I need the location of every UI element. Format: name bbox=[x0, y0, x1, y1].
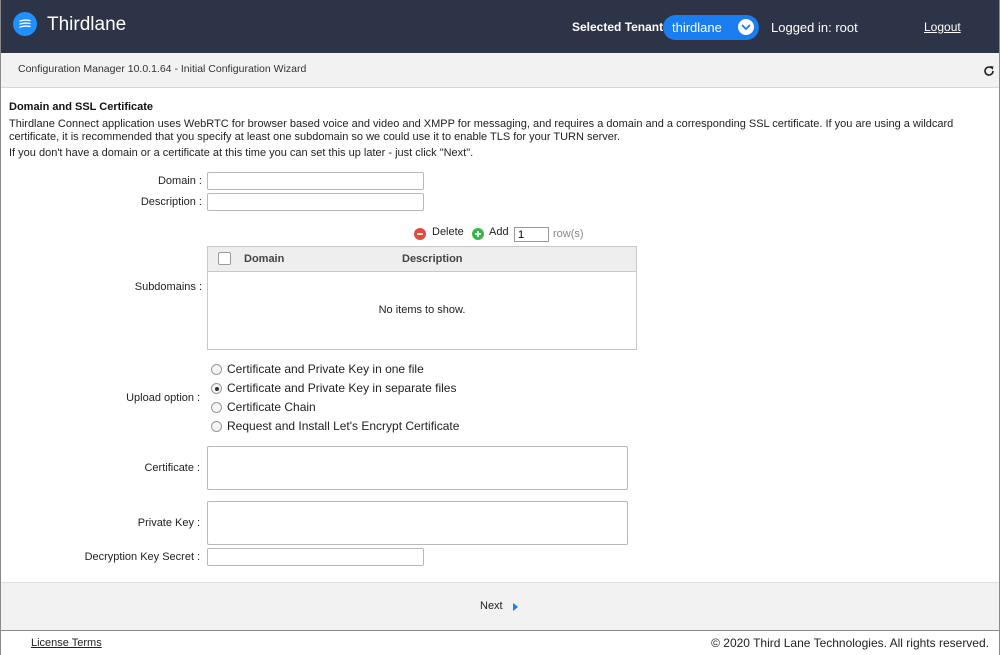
page-title: Configuration Manager 10.0.1.64 - Initia… bbox=[18, 63, 307, 75]
select-all-checkbox[interactable] bbox=[218, 252, 231, 265]
subdomains-label: Subdomains : bbox=[134, 281, 202, 293]
radio-label: Request and Install Let's Encrypt Certif… bbox=[227, 419, 460, 433]
delete-icon[interactable] bbox=[414, 228, 426, 240]
refresh-icon[interactable] bbox=[983, 64, 995, 76]
domain-input[interactable] bbox=[207, 172, 424, 190]
grid-header: Domain Description bbox=[208, 247, 636, 272]
decryption-key-label: Decryption Key Secret bbox=[84, 551, 194, 563]
radio-label: Certificate and Private Key in one file bbox=[227, 362, 424, 376]
add-button[interactable]: Add bbox=[489, 226, 509, 238]
tenant-select[interactable]: thirdlane bbox=[663, 15, 759, 40]
tenant-label: Selected Tenant : bbox=[572, 20, 671, 34]
certificate-textarea[interactable] bbox=[207, 446, 628, 490]
app-window: Thirdlane Selected Tenant : thirdlane Lo… bbox=[0, 0, 1000, 655]
upload-option-label: Upload option bbox=[126, 392, 194, 404]
grid-column-description[interactable]: Description bbox=[402, 253, 463, 265]
copyright-text: © 2020 Third Lane Technologies. All righ… bbox=[711, 636, 989, 650]
next-button-label: Next bbox=[480, 600, 503, 612]
description-label: Description : bbox=[140, 196, 202, 208]
arrow-right-icon bbox=[513, 603, 518, 611]
decryption-key-colon: : bbox=[197, 551, 201, 563]
tenant-value: thirdlane bbox=[672, 20, 722, 35]
radio-separate-files[interactable] bbox=[211, 383, 222, 394]
subdomains-grid: Domain Description No items to show. bbox=[207, 246, 637, 350]
radio-label: Certificate and Private Key in separate … bbox=[227, 381, 457, 395]
license-terms-link[interactable]: License Terms bbox=[31, 637, 102, 649]
top-header: Thirdlane Selected Tenant : thirdlane Lo… bbox=[1, 0, 999, 53]
add-icon[interactable] bbox=[472, 228, 484, 240]
logged-in-user: Logged in: root bbox=[771, 20, 858, 35]
menu-lines-icon[interactable] bbox=[13, 12, 37, 36]
radio-one-file[interactable] bbox=[211, 364, 222, 375]
page-subheader: Configuration Manager 10.0.1.64 - Initia… bbox=[1, 53, 999, 88]
rows-count-input[interactable] bbox=[514, 227, 549, 242]
next-button[interactable]: Next bbox=[480, 600, 518, 612]
grid-column-domain[interactable]: Domain bbox=[244, 253, 284, 265]
logout-link[interactable]: Logout bbox=[924, 20, 961, 34]
radio-chain[interactable] bbox=[211, 402, 222, 413]
private-key-textarea[interactable] bbox=[207, 501, 628, 545]
grid-empty-message: No items to show. bbox=[378, 304, 466, 316]
certificate-colon: : bbox=[197, 462, 201, 474]
section-title: Domain and SSL Certificate bbox=[9, 101, 154, 113]
radio-label: Certificate Chain bbox=[227, 400, 316, 414]
radio-lets-encrypt[interactable] bbox=[211, 421, 222, 432]
decryption-key-input[interactable] bbox=[207, 548, 424, 566]
certificate-label: Certificate bbox=[144, 462, 194, 474]
upload-option-colon: : bbox=[197, 392, 201, 404]
chevron-down-icon bbox=[738, 19, 754, 35]
intro-hint-text: If you don't have a domain or a certific… bbox=[9, 147, 474, 159]
wizard-action-bar: Next bbox=[1, 582, 999, 631]
private-key-colon: : bbox=[197, 517, 201, 529]
description-input[interactable] bbox=[207, 193, 424, 211]
intro-text: Thirdlane Connect application uses WebRT… bbox=[9, 118, 954, 143]
rows-suffix: row(s) bbox=[553, 228, 584, 240]
private-key-label: Private Key bbox=[137, 517, 194, 529]
app-title: Thirdlane bbox=[47, 14, 127, 35]
delete-button[interactable]: Delete bbox=[432, 226, 464, 238]
domain-label: Domain : bbox=[157, 175, 202, 187]
